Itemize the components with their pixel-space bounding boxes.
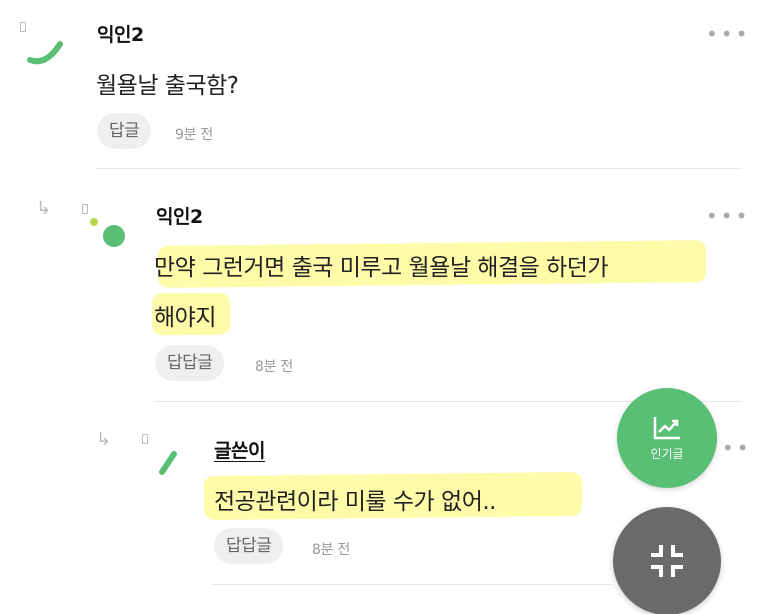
more-options-icon[interactable]: ••• xyxy=(706,204,750,228)
divider xyxy=(212,584,612,585)
reply-arrow-icon: ↳ xyxy=(36,198,52,219)
comment-body-line-1: 만약 그런거면 출국 미루고 월욜날 해결을 하던가 xyxy=(154,255,609,281)
more-options-icon[interactable]: ••• xyxy=(706,22,750,46)
collapse-arrows-icon xyxy=(651,545,683,577)
avatar-icon xyxy=(27,41,63,65)
avatar-icon xyxy=(159,451,177,475)
comment-author[interactable]: 익인2 xyxy=(97,20,144,47)
comment-time: 8분 전 xyxy=(312,542,350,558)
comment-time: 9분 전 xyxy=(175,127,213,143)
comment-author[interactable]: 익인2 xyxy=(156,202,203,229)
reply-button[interactable]: 답글 xyxy=(97,113,152,149)
more-options-icon[interactable]: •• xyxy=(722,436,752,460)
avatar-icon xyxy=(90,218,125,247)
collapse-button[interactable] xyxy=(613,507,721,614)
comment-body: 전공관련이라 미룰 수가 없어.. xyxy=(214,489,496,515)
popular-posts-button[interactable]: 인기글 xyxy=(617,388,717,488)
comment-marker xyxy=(142,434,148,444)
divider xyxy=(96,168,742,169)
comment-author[interactable]: 글쓴이 xyxy=(214,436,265,463)
popular-posts-label: 인기글 xyxy=(650,446,684,461)
comment-body-line-2: 해야지 xyxy=(154,305,216,331)
comment-body: 월욜날 출국함? xyxy=(96,73,239,99)
reply-button[interactable]: 답답글 xyxy=(155,345,225,381)
trending-chart-icon xyxy=(653,416,680,439)
reply-arrow-icon: ↳ xyxy=(96,429,112,450)
comment-time: 8분 전 xyxy=(255,359,293,375)
reply-button[interactable]: 답답글 xyxy=(214,528,284,564)
